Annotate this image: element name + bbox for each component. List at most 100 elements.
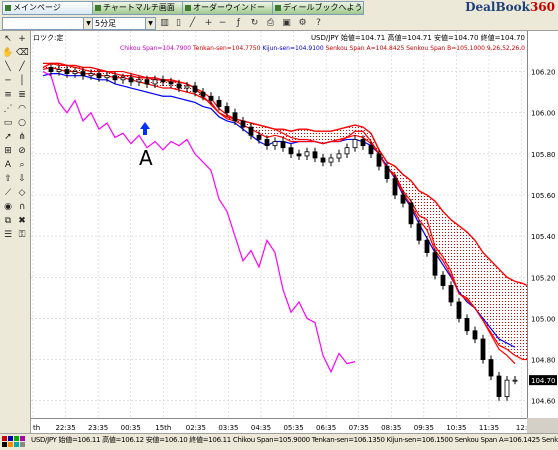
- color-swatch[interactable]: [8, 442, 13, 447]
- speed-line-icon[interactable]: ⟋: [2, 187, 14, 199]
- candle-body: [512, 379, 518, 382]
- eraser-icon[interactable]: ⌫: [16, 47, 29, 59]
- indicator-value-text: Senkou Span A=104.8425: [324, 45, 405, 52]
- save-icon[interactable]: ▣: [280, 17, 293, 29]
- delete-icon[interactable]: ✖: [16, 215, 28, 227]
- candle-body: [504, 379, 510, 397]
- cursor-icon[interactable]: ↖: [2, 33, 14, 45]
- text-icon[interactable]: A: [2, 159, 14, 171]
- ellipse-icon[interactable]: ○: [16, 117, 28, 129]
- eye-icon[interactable]: ◉: [2, 201, 14, 213]
- chart-plot-area[interactable]: ロツク:定 USD/JPY 始値=104.71 高値=104.71 安値=104…: [31, 31, 558, 418]
- fibonacci-icon[interactable]: ≣: [16, 89, 28, 101]
- symbol-select[interactable]: ▼: [2, 17, 94, 30]
- zoom-out-icon[interactable]: −: [216, 17, 229, 29]
- candle-body: [416, 223, 422, 241]
- candle-body: [224, 106, 230, 114]
- pitchfork-icon[interactable]: ⋔: [16, 131, 28, 143]
- candle-body: [128, 77, 134, 83]
- color-swatch[interactable]: [20, 442, 25, 447]
- candle-body: [368, 145, 374, 155]
- candle-body: [184, 85, 190, 89]
- vertical-line-icon[interactable]: │: [16, 75, 28, 87]
- rectangle-icon[interactable]: ▭: [2, 117, 14, 129]
- kijun-sen-line: [42, 73, 516, 348]
- ichimoku-chart: ロツク:定 USD/JPY 始値=104.71 高値=104.71 安値=104…: [31, 31, 558, 418]
- symbol-ohlc-header: USD/JPY 始値=104.71 高値=104.71 安値=104.70 終値…: [311, 33, 525, 42]
- lock-icon[interactable]: ⚿: [16, 229, 28, 241]
- price-tick-label: 105.00: [531, 315, 556, 323]
- candle-body: [312, 151, 318, 159]
- indicator-value-text: Senkou Span B=105.1000: [404, 45, 485, 52]
- indicator-value-text: Tenkan-sen=104.7750: [191, 45, 261, 52]
- arrow-down-icon[interactable]: ⇩: [16, 173, 28, 185]
- candle-body: [208, 95, 214, 101]
- candle-body: [408, 202, 414, 225]
- line-chart-icon[interactable]: ╱: [186, 17, 199, 29]
- candle-body: [304, 151, 310, 157]
- candle-body: [464, 318, 470, 332]
- timeframe-select[interactable]: 5分足 ▼: [92, 17, 156, 30]
- ray-icon[interactable]: ╱: [16, 61, 28, 73]
- candle-body: [240, 120, 246, 128]
- time-tick-label: 00:35: [121, 424, 141, 432]
- time-tick-label: 10:35: [446, 424, 466, 432]
- candle-body: [488, 359, 494, 377]
- print-icon[interactable]: ⎙: [264, 17, 277, 29]
- time-tick-label: 03:35: [218, 424, 238, 432]
- magnet-icon[interactable]: ∩: [16, 201, 28, 213]
- tab-welcome-dealbook[interactable]: ディールブックへようこそ: [272, 1, 364, 15]
- color-swatch[interactable]: [8, 436, 13, 441]
- fan-icon[interactable]: ⋰: [2, 103, 14, 115]
- candle-body: [392, 178, 398, 196]
- tab-label: ディールブックへようこそ: [283, 3, 363, 12]
- candle-body: [48, 67, 54, 72]
- properties-icon[interactable]: ☰: [2, 229, 14, 241]
- candle-body: [216, 99, 222, 107]
- candle-body: [192, 85, 198, 93]
- tab-label: チャートマルチ画面: [103, 3, 175, 12]
- color-swatch[interactable]: [2, 436, 7, 441]
- tab-chart-multi[interactable]: チャートマルチ画面: [92, 1, 184, 15]
- cloud-fill: [43, 63, 558, 360]
- candle-body: [344, 147, 350, 155]
- color-swatch[interactable]: [14, 442, 19, 447]
- hand-icon[interactable]: ✋: [2, 47, 14, 59]
- indicator-value-text: 9,26,52,26,0: [485, 45, 525, 52]
- diamond-icon[interactable]: ◇: [16, 187, 28, 199]
- candle-body: [448, 285, 454, 303]
- refresh-icon[interactable]: ↻: [248, 17, 261, 29]
- tab-order-window[interactable]: オーダーウインドー: [182, 1, 274, 15]
- arrow-up-icon[interactable]: ⇧: [2, 173, 14, 185]
- arrow-icon[interactable]: ➚: [2, 131, 14, 143]
- senkou-span-a-line: [42, 66, 558, 361]
- candle-body: [432, 252, 438, 276]
- horizontal-line-icon[interactable]: ─: [2, 75, 14, 87]
- zoom-icon[interactable]: ⌕: [16, 159, 28, 171]
- candle-body: [176, 83, 182, 89]
- color-swatch[interactable]: [20, 436, 25, 441]
- candle-body: [424, 239, 430, 253]
- trend-line-icon[interactable]: ╲: [2, 61, 14, 73]
- candle-body: [232, 112, 238, 122]
- zoom-in-icon[interactable]: +: [202, 17, 215, 29]
- candle-body: [264, 139, 270, 147]
- indicator-icon[interactable]: ƒ: [232, 17, 245, 29]
- gann-icon[interactable]: ⊞: [2, 145, 14, 157]
- time-tick-label: 23:35: [88, 424, 108, 432]
- channel-icon[interactable]: ≡: [2, 89, 14, 101]
- tab-main-page[interactable]: メインページ: [2, 1, 94, 15]
- color-swatch[interactable]: [2, 442, 7, 447]
- tab-label: オーダーウインドー: [193, 3, 265, 12]
- candle-chart-icon[interactable]: ▯: [172, 17, 185, 29]
- settings-icon[interactable]: ⚙: [296, 17, 309, 29]
- cycle-icon[interactable]: ⊘: [16, 145, 28, 157]
- arc-icon[interactable]: ◠: [16, 103, 28, 115]
- crosshair-icon[interactable]: +: [16, 33, 28, 45]
- lock-label: ロツク:定: [33, 33, 63, 42]
- clone-icon[interactable]: ⧉: [2, 215, 14, 227]
- color-swatch[interactable]: [14, 436, 19, 441]
- help-icon[interactable]: ?: [312, 17, 325, 29]
- candle-body: [296, 153, 302, 157]
- bar-chart-icon[interactable]: ▥: [158, 17, 171, 29]
